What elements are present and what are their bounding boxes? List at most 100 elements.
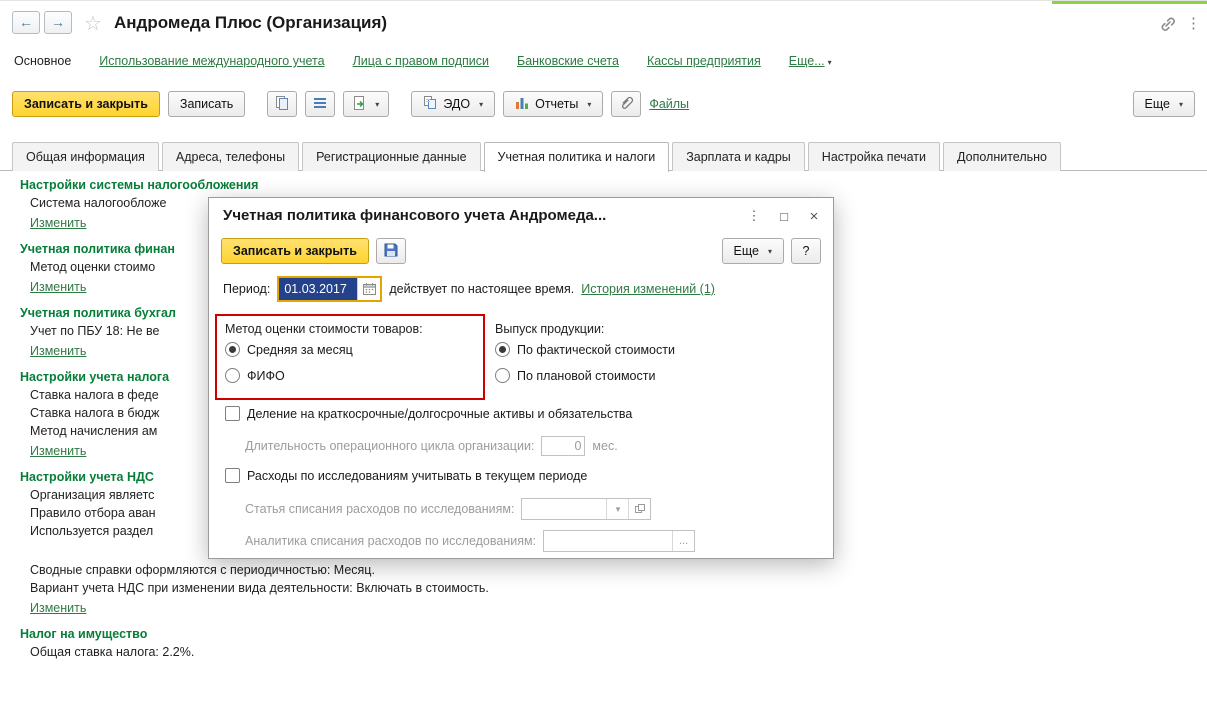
cycle-length-label: Длительность операционного цикла организ… <box>245 439 535 453</box>
paperclip-icon <box>619 95 634 113</box>
attachments-button[interactable] <box>611 91 642 117</box>
link-icon[interactable] <box>1159 15 1177 33</box>
validity-text: действует по настоящее время. <box>389 282 575 296</box>
dialog-titlebar-buttons: ⋮ □ × <box>743 206 825 226</box>
more-label: Еще <box>1144 97 1170 111</box>
dialog-maximize-button[interactable]: □ <box>773 206 795 226</box>
more-button[interactable]: Еще ▾ <box>1132 91 1195 117</box>
tab-print-settings[interactable]: Настройка печати <box>807 142 941 171</box>
section-heading: Налог на имущество <box>20 627 148 641</box>
change-link[interactable]: Изменить <box>30 216 86 231</box>
radio-fifo[interactable]: ФИФО <box>225 368 285 383</box>
dialog-save-close-button[interactable]: Записать и закрыть <box>221 238 369 264</box>
change-link[interactable]: Изменить <box>30 344 86 359</box>
change-link[interactable]: Изменить <box>30 280 86 295</box>
tab-accounting-policy[interactable]: Учетная политика и налоги <box>483 142 670 172</box>
files-link[interactable]: Файлы <box>649 97 689 111</box>
create-based-on-button[interactable]: ▾ <box>343 91 390 117</box>
checkbox-icon <box>225 406 240 421</box>
dialog-save-button[interactable] <box>375 238 406 264</box>
header: ← → ☆ Андромеда Плюс (Организация) ⋮ <box>0 7 1207 43</box>
dialog-help-button[interactable]: ? <box>791 238 821 264</box>
nav-more-menu[interactable]: Еще... ▾ <box>789 54 832 68</box>
radio-label: ФИФО <box>247 368 285 383</box>
field-value <box>522 499 606 519</box>
tab-additional[interactable]: Дополнительно <box>943 142 1061 171</box>
research-analytics-field[interactable]: ... <box>543 530 696 552</box>
history-link[interactable]: История изменений (1) <box>581 282 715 296</box>
nav-item-international-accounting[interactable]: Использование международного учета <box>99 54 324 68</box>
tab-salary-hr[interactable]: Зарплата и кадры <box>672 142 805 171</box>
reports-button[interactable]: Отчеты ▾ <box>503 91 604 117</box>
nav-item-signing-persons[interactable]: Лица с правом подписи <box>353 54 489 68</box>
checkbox-label: Расходы по исследованиям учитывать в тек… <box>247 468 588 483</box>
open-icon[interactable] <box>628 499 650 519</box>
dialog-more-button[interactable]: Еще ▾ <box>721 238 784 264</box>
ellipsis-button[interactable]: ... <box>672 531 694 551</box>
list-button[interactable] <box>305 91 336 117</box>
edo-button[interactable]: ЭДО ▾ <box>411 91 496 117</box>
output-group-label: Выпуск продукции: <box>495 322 605 336</box>
period-value[interactable]: 01.03.2017 <box>279 278 358 300</box>
save-close-button[interactable]: Записать и закрыть <box>12 91 160 117</box>
research-analytics-row: Аналитика списания расходов по исследова… <box>245 530 696 552</box>
accounting-policy-dialog: Учетная политика финансового учета Андро… <box>208 197 834 559</box>
radio-label: По плановой стоимости <box>517 368 656 383</box>
create-based-on-icon <box>353 95 366 113</box>
radio-icon <box>495 368 510 383</box>
research-expense-item-label: Статья списания расходов по исследования… <box>245 502 515 516</box>
back-button[interactable]: ← <box>12 11 40 34</box>
radio-icon <box>225 342 240 357</box>
floppy-save-icon <box>384 243 398 260</box>
section-text: Вариант учета НДС при изменении вида дея… <box>30 581 489 595</box>
save-button[interactable]: Записать <box>167 91 246 117</box>
copy-document-icon <box>275 95 289 113</box>
checkbox-icon <box>225 468 240 483</box>
tab-registration-data[interactable]: Регистрационные данные <box>302 142 481 171</box>
caret-down-icon: ▾ <box>375 99 380 109</box>
radio-average-month[interactable]: Средняя за месяц <box>225 342 353 357</box>
nav-item-main[interactable]: Основное <box>14 54 71 68</box>
dialog-command-bar: Записать и закрыть Еще ▾ ? <box>221 238 821 264</box>
dialog-title: Учетная политика финансового учета Андро… <box>223 207 607 224</box>
window-accent-strip <box>1052 1 1207 4</box>
tab-strip: Общая информация Адреса, телефоны Регист… <box>0 142 1207 172</box>
section-nav: Основное Использование международного уч… <box>14 51 832 71</box>
period-field[interactable]: 01.03.2017 <box>277 276 383 302</box>
checkbox-division-assets[interactable]: Деление на краткосрочные/долгосрочные ак… <box>225 406 632 421</box>
copy-document-button[interactable] <box>267 91 298 117</box>
edo-label: ЭДО <box>443 97 471 111</box>
change-link[interactable]: Изменить <box>30 601 86 616</box>
toolbar: Записать и закрыть Записать ▾ ЭДО ▾ Отче… <box>12 89 1195 119</box>
calendar-icon[interactable] <box>357 278 381 300</box>
cycle-length-row: Длительность операционного цикла организ… <box>245 436 618 456</box>
combo-caret-icon[interactable]: ▾ <box>606 499 628 519</box>
research-expense-item-field[interactable]: ▾ <box>521 498 652 520</box>
radio-actual-cost[interactable]: По фактической стоимости <box>495 342 675 357</box>
window-menu-icon[interactable]: ⋮ <box>1186 14 1201 32</box>
dialog-menu-button[interactable]: ⋮ <box>743 206 765 226</box>
radio-label: По фактической стоимости <box>517 342 675 357</box>
caret-down-icon: ▾ <box>479 99 484 109</box>
nav-item-cash-desks[interactable]: Кассы предприятия <box>647 54 761 68</box>
cycle-length-field[interactable]: 0 <box>541 436 586 456</box>
caret-down-icon: ▾ <box>1178 99 1183 109</box>
page-title: Андромеда Плюс (Организация) <box>114 13 388 32</box>
dialog-close-button[interactable]: × <box>803 206 825 226</box>
list-icon <box>313 97 327 112</box>
radio-icon <box>495 342 510 357</box>
forward-button[interactable]: → <box>44 11 72 34</box>
reports-chart-icon <box>515 97 529 112</box>
change-link[interactable]: Изменить <box>30 444 86 459</box>
nav-item-bank-accounts[interactable]: Банковские счета <box>517 54 619 68</box>
checkbox-research-expenses[interactable]: Расходы по исследованиям учитывать в тек… <box>225 468 587 483</box>
field-value <box>544 531 672 551</box>
research-analytics-label: Аналитика списания расходов по исследова… <box>245 534 537 548</box>
valuation-group-label: Метод оценки стоимости товаров: <box>225 322 423 336</box>
research-expense-item-row: Статья списания расходов по исследования… <box>245 498 652 520</box>
tab-addresses[interactable]: Адреса, телефоны <box>161 142 300 171</box>
tab-general-info[interactable]: Общая информация <box>12 142 159 171</box>
favorite-star-icon[interactable]: ☆ <box>84 12 102 36</box>
nav-more-label[interactable]: Еще... <box>789 54 825 68</box>
radio-planned-cost[interactable]: По плановой стоимости <box>495 368 655 383</box>
